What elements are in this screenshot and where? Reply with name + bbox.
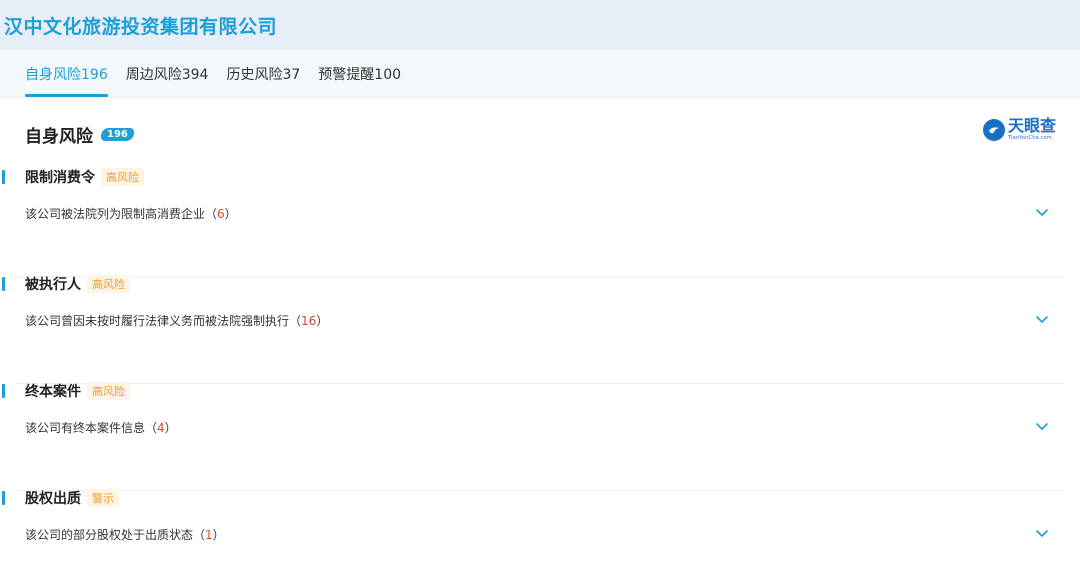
section-count-badge: 196 <box>101 127 134 141</box>
paren-open: （ <box>289 314 302 328</box>
risk-description-text: 该公司有终本案件信息 <box>25 421 146 435</box>
risk-item[interactable]: 限制消费令 高风险 该公司被法院列为限制高消费企业 （ 6 ） <box>2 168 1064 277</box>
tab-self-risk[interactable]: 自身风险196 <box>25 50 108 97</box>
risk-count: 16 <box>301 313 317 328</box>
risk-name: 终本案件 <box>25 384 81 400</box>
main-content: 自身风险 196 天眼查 TianYanCha.com 限制消费令 高风险 该公… <box>0 98 1080 570</box>
risk-accent-bar <box>2 277 5 291</box>
paren-close: ） <box>224 207 237 221</box>
section-title: 自身风险 <box>25 126 93 147</box>
brand-name: 天眼查 <box>1007 116 1056 135</box>
tab-warning[interactable]: 预警提醒100 <box>318 50 401 97</box>
tianyancha-logo-icon <box>982 118 1005 141</box>
tab-history-risk[interactable]: 历史风险37 <box>226 50 300 97</box>
risk-description-text: 该公司曾因未按时履行法律义务而被法院强制执行 <box>25 314 290 328</box>
tab-surrounding-risk[interactable]: 周边风险394 <box>126 50 209 97</box>
paren-close: ） <box>316 314 329 328</box>
risk-level-tag: 高风险 <box>87 382 130 400</box>
chevron-down-icon[interactable] <box>1035 419 1049 433</box>
risk-item[interactable]: 终本案件 高风险 该公司有终本案件信息 （ 4 ） <box>2 382 1064 491</box>
paren-open: （ <box>205 207 218 221</box>
risk-description-text: 该公司被法院列为限制高消费企业 <box>25 207 206 221</box>
chevron-down-icon[interactable] <box>1035 312 1049 326</box>
risk-count: 6 <box>217 206 225 221</box>
risk-description-text: 该公司的部分股权处于出质状态 <box>25 528 194 542</box>
chevron-down-icon[interactable] <box>1035 526 1049 540</box>
risk-item[interactable]: 股权出质 警示 该公司的部分股权处于出质状态 （ 1 ） <box>2 489 1064 570</box>
risk-count: 4 <box>157 420 165 435</box>
risk-item[interactable]: 被执行人 高风险 该公司曾因未按时履行法律义务而被法院强制执行 （ 16 ） <box>2 275 1064 384</box>
section-header: 自身风险 196 <box>0 98 1064 170</box>
risk-name: 被执行人 <box>25 277 81 293</box>
risk-tabs: 自身风险196 周边风险394 历史风险37 预警提醒100 <box>0 50 1080 98</box>
risk-description: 该公司的部分股权处于出质状态 （ 1 ） <box>16 526 1064 543</box>
risk-accent-bar <box>2 491 5 505</box>
company-title: 汉中文化旅游投资集团有限公司 <box>4 15 278 38</box>
risk-level-tag: 高风险 <box>87 275 130 293</box>
paren-open: （ <box>145 421 158 435</box>
tianyancha-logo: 天眼查 TianYanCha.com <box>982 116 1056 141</box>
risk-count: 1 <box>205 527 213 542</box>
risk-name: 限制消费令 <box>25 170 95 186</box>
risk-description: 该公司被法院列为限制高消费企业 （ 6 ） <box>16 205 1064 222</box>
risk-description: 该公司曾因未按时履行法律义务而被法院强制执行 （ 16 ） <box>16 312 1064 329</box>
paren-open: （ <box>193 528 206 542</box>
risk-level-tag: 高风险 <box>101 168 144 186</box>
risk-accent-bar <box>2 384 5 398</box>
paren-close: ） <box>164 421 177 435</box>
title-bar: 汉中文化旅游投资集团有限公司 <box>0 0 1080 50</box>
risk-name: 股权出质 <box>25 491 81 507</box>
risk-accent-bar <box>2 170 5 184</box>
risk-level-tag: 警示 <box>87 489 119 507</box>
risk-description: 该公司有终本案件信息 （ 4 ） <box>16 419 1064 436</box>
brand-sub: TianYanCha.com <box>1007 135 1052 141</box>
paren-close: ） <box>212 528 225 542</box>
chevron-down-icon[interactable] <box>1035 205 1049 219</box>
